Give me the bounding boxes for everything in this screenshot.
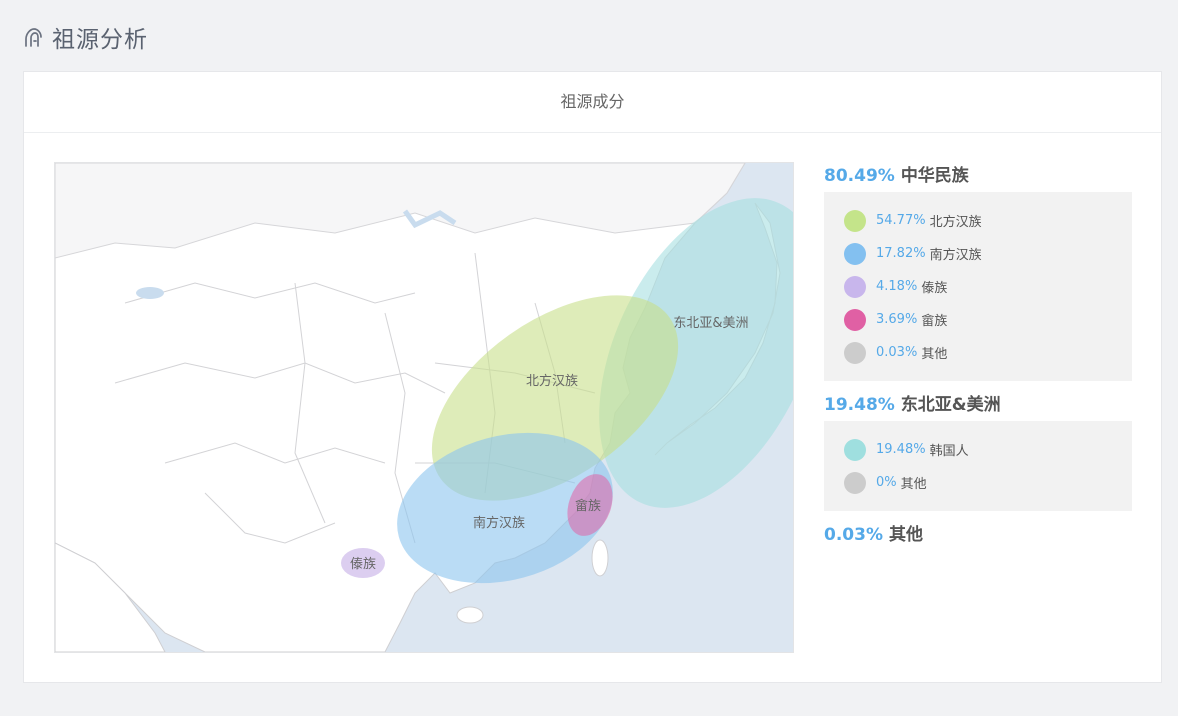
item-name: 南方汉族	[929, 248, 982, 263]
color-dot	[844, 242, 866, 265]
group-name: 其他	[888, 525, 923, 545]
lake	[136, 287, 164, 299]
item-name: 其他	[921, 347, 948, 362]
page-header: 祖源分析	[22, 20, 148, 54]
color-dot	[844, 275, 866, 298]
group-header: 0.03% 其他	[824, 521, 1132, 549]
legend-item[interactable]: 54.77% 北方汉族	[844, 204, 1132, 237]
item-percent: 54.77%	[876, 213, 926, 228]
legend-item[interactable]: 0% 其他	[844, 466, 1132, 499]
taiwan-island	[591, 539, 609, 577]
tree-icon	[25, 28, 42, 47]
color-dot	[844, 438, 866, 461]
legend-item[interactable]: 3.69% 畲族	[844, 303, 1132, 336]
legend-item[interactable]: 17.82% 南方汉族	[844, 237, 1132, 270]
legend-item[interactable]: 4.18% 傣族	[844, 270, 1132, 303]
item-percent: 17.82%	[876, 246, 926, 261]
item-name: 其他	[900, 477, 927, 492]
color-dot	[844, 308, 866, 331]
group-items: 19.48% 韩国人 0% 其他	[824, 421, 1132, 511]
color-dot	[844, 341, 866, 364]
label-north-han: 北方汉族	[526, 373, 578, 389]
group-percent: 80.49%	[824, 166, 895, 186]
item-name: 韩国人	[929, 444, 969, 459]
label-south-han: 南方汉族	[473, 515, 525, 531]
card-title: 祖源成分	[24, 72, 1161, 133]
group-name: 东北亚&美洲	[900, 395, 1001, 415]
label-she: 畲族	[575, 498, 601, 514]
item-percent: 3.69%	[876, 312, 918, 327]
ancestry-legend: 80.49% 中华民族 54.77% 北方汉族 17.82% 南方汉族 4.18%…	[824, 162, 1132, 549]
item-percent: 0%	[876, 475, 897, 490]
map-svg: 北方汉族 南方汉族 畲族 傣族 东北亚&美洲	[55, 163, 793, 652]
color-dot	[844, 209, 866, 232]
label-dai: 傣族	[350, 556, 376, 572]
page-title: 祖源分析	[52, 27, 148, 53]
group-name: 中华民族	[900, 166, 969, 186]
group-header: 19.48% 东北亚&美洲	[824, 391, 1132, 419]
hainan-island	[456, 606, 484, 624]
legend-item[interactable]: 0.03% 其他	[844, 336, 1132, 369]
ancestry-map[interactable]: 北方汉族 南方汉族 畲族 傣族 东北亚&美洲	[54, 162, 794, 653]
group-percent: 19.48%	[824, 395, 895, 415]
color-dot	[844, 471, 866, 494]
group-items: 54.77% 北方汉族 17.82% 南方汉族 4.18% 傣族 3.69% 畲…	[824, 192, 1132, 381]
item-percent: 4.18%	[876, 279, 918, 294]
ancestry-card: 祖源成分 北方汉族 南方汉族 畲族 傣族 东北亚&美洲 80.49% 中华民族 …	[23, 71, 1162, 683]
item-percent: 0.03%	[876, 345, 918, 360]
label-ne-asia: 东北亚&美洲	[673, 316, 748, 331]
item-name: 北方汉族	[929, 215, 982, 230]
group-header: 80.49% 中华民族	[824, 162, 1132, 190]
item-name: 畲族	[921, 314, 948, 329]
item-name: 傣族	[921, 281, 948, 296]
item-percent: 19.48%	[876, 442, 926, 457]
group-percent: 0.03%	[824, 525, 883, 545]
legend-item[interactable]: 19.48% 韩国人	[844, 433, 1132, 466]
